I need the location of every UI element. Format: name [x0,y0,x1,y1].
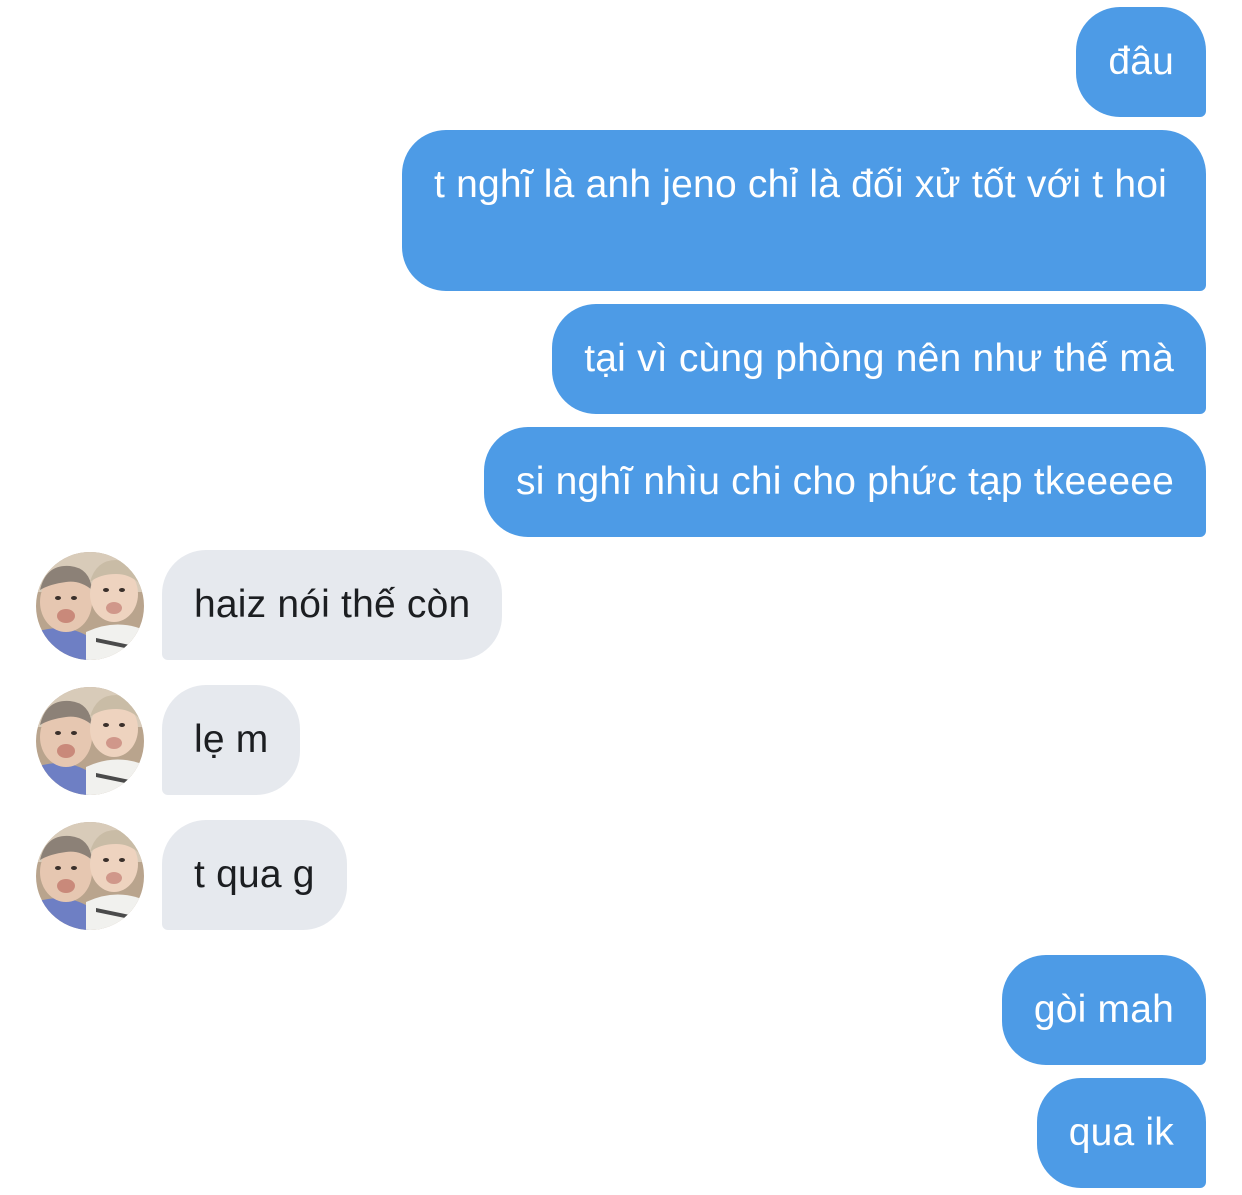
message-bubble-sent[interactable]: gòi mah [1001,955,1206,1065]
message-text: t nghĩ là anh jeno chỉ là đối xử tốt với… [434,163,1167,206]
message-bubble-sent[interactable]: t nghĩ là anh jeno chỉ là đối xử tốt với… [402,130,1206,291]
message-bubble-sent[interactable]: qua ik [1036,1078,1206,1188]
message-text: qua ik [1068,1111,1174,1154]
contact-avatar[interactable] [36,552,144,660]
message-text: đâu [1108,40,1174,83]
message-text: lẹ m [194,718,269,761]
contact-photo-avatar-icon [36,687,144,795]
contact-avatar[interactable] [36,822,144,930]
message-bubble-sent[interactable]: tại vì cùng phòng nên như thế mà [552,304,1206,414]
message-text: tại vì cùng phòng nên như thế mà [584,337,1174,380]
contact-photo-avatar-icon [36,822,144,930]
message-text: si nghĩ nhìu chi cho phức tạp tkeeeee [516,460,1174,503]
message-bubble-received[interactable]: t qua g [162,820,347,930]
message-thread: đâu t nghĩ là anh jeno chỉ là đối xử tốt… [0,0,1242,1195]
message-bubble-sent[interactable]: đâu [1076,7,1206,117]
message-text: gòi mah [1033,988,1174,1031]
contact-photo-avatar-icon [36,552,144,660]
message-text: haiz nói thế còn [194,583,471,626]
message-bubble-received[interactable]: lẹ m [162,685,301,795]
message-bubble-received[interactable]: haiz nói thế còn [162,550,503,660]
contact-avatar[interactable] [36,687,144,795]
message-bubble-sent[interactable]: si nghĩ nhìu chi cho phức tạp tkeeeee [484,427,1206,537]
message-text: t qua g [194,853,315,896]
